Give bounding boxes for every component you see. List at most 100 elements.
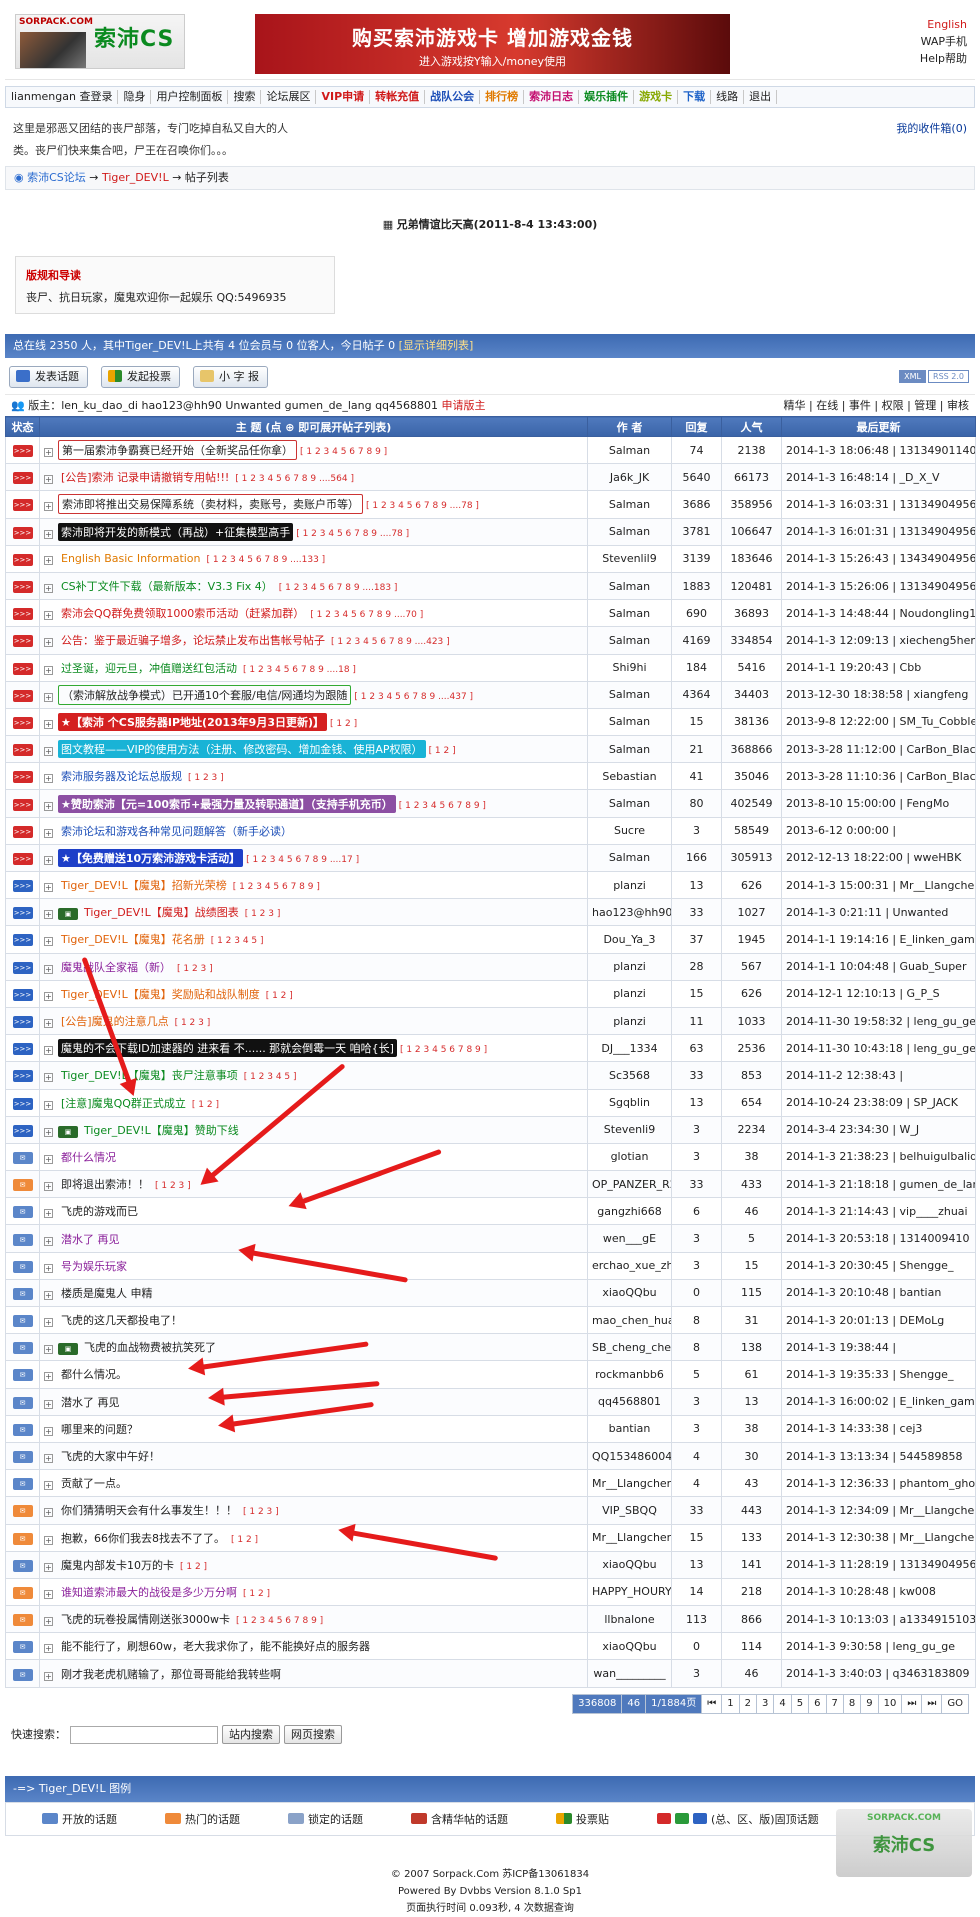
author-cell[interactable]: SB_cheng_chen: [587, 1333, 672, 1362]
author-cell[interactable]: OP_PANZER_R2: [587, 1170, 672, 1199]
expand-icon[interactable]: +: [44, 556, 53, 566]
apply-moderator-link[interactable]: 申请版主: [442, 399, 486, 412]
inbox-link[interactable]: 我的收件箱(0): [896, 118, 967, 140]
table-row[interactable]: ✉ + 潜水了 再见 qq4568801 3 13 2014-1-3 16:00:02 | …: [5, 1387, 976, 1416]
topic-title-link[interactable]: ★【免费赠送10万索沛游戏卡活动】: [58, 848, 244, 867]
last-update-cell[interactable]: 2014-1-3 14:48:44 | Noudongling1113: [781, 599, 976, 628]
expand-icon[interactable]: +: [44, 448, 53, 458]
topic-title-link[interactable]: 飞虎的这几天都投电了！: [58, 1311, 185, 1329]
topic-title-link[interactable]: Tiger_DEV!L【魔鬼】招新光荣榜: [58, 876, 230, 894]
table-row[interactable]: >>> + 索沛即将开发的新模式（再战）+征集模型高手[ 1 2 3 4 5 6 7…: [5, 517, 976, 546]
author-cell[interactable]: Salman: [587, 517, 672, 546]
wap-link[interactable]: WAP手机: [920, 33, 967, 50]
topic-title-link[interactable]: 潜水了 再见: [58, 1230, 123, 1248]
nav-control-panel[interactable]: 用户控制面板: [151, 90, 229, 104]
new-topic-button[interactable]: 发表话题: [9, 366, 88, 388]
table-row[interactable]: ✉ + 楼质是魔鬼人 申精 xiaoQQbu 0 115 2014-1-3 20:10:48…: [5, 1278, 976, 1308]
topic-pages[interactable]: [ 1 2 3 4 5 ]: [211, 936, 264, 946]
expand-icon[interactable]: +: [44, 1046, 53, 1056]
expand-icon[interactable]: +: [44, 991, 53, 1001]
topic-title-link[interactable]: Tiger_DEV!L【魔鬼】奖励贴和战队制度: [58, 985, 263, 1003]
topic-title-link[interactable]: 飞虎的游戏而已: [58, 1202, 141, 1220]
expand-icon[interactable]: +: [44, 1019, 53, 1029]
expand-icon[interactable]: +: [44, 1562, 53, 1572]
topic-title-link[interactable]: 抱歉，66你们我去8找去不了了。: [58, 1529, 228, 1547]
author-cell[interactable]: planzi: [587, 870, 672, 900]
expand-icon[interactable]: +: [44, 1617, 53, 1627]
author-cell[interactable]: wen___gE: [587, 1224, 672, 1253]
site-search-button[interactable]: 站内搜索: [222, 1724, 280, 1744]
topic-pages[interactable]: [ 1 2 3 4 5 6 7 8 9 ....70 ]: [310, 610, 423, 620]
table-row[interactable]: ✉ + 飞虎的游戏而已 gangzhi668 6 46 2014-1-3 21:14:43 …: [5, 1197, 976, 1226]
expand-icon[interactable]: +: [44, 1671, 53, 1681]
author-cell[interactable]: Salman: [587, 435, 672, 465]
last-update-cell[interactable]: 2014-1-3 20:53:18 | 1314009410: [781, 1224, 976, 1253]
table-row[interactable]: ✉ + ▣ 飞虎的血战物费被抗笑死了 SB_cheng_chen 8 138 2014-1-3…: [5, 1333, 976, 1362]
last-update-cell[interactable]: 2014-1-3 12:36:33 | phantom_ghost: [781, 1469, 976, 1498]
expand-icon[interactable]: +: [44, 828, 53, 838]
last-update-cell[interactable]: 2014-1-3 12:09:13 | xiecheng5hen413: [781, 626, 976, 655]
last-update-cell[interactable]: 2014-3-4 23:34:30 | W_J: [781, 1115, 976, 1144]
expand-icon[interactable]: +: [44, 1073, 53, 1083]
topic-title-link[interactable]: 潜水了 再见: [58, 1393, 123, 1411]
table-row[interactable]: >>> + ★【免费赠送10万索沛游戏卡活动】[ 1 2 3 4 5 6 7 8 9…: [5, 843, 976, 873]
nav-search[interactable]: 搜索: [228, 90, 262, 104]
nav-ranking[interactable]: 排行榜: [480, 90, 525, 104]
table-row[interactable]: >>> + [公告]索沛 记录申请撤销专用帖!!![ 1 2 3 4 5 6 7 8…: [5, 463, 976, 492]
topic-title-link[interactable]: English Basic Information: [58, 551, 204, 566]
author-cell[interactable]: llbnalone: [587, 1605, 672, 1634]
table-row[interactable]: >>> + 公告：鉴于最近骗子增多，论坛禁止发布出售帐号帖子[ 1 2 3 4 5 …: [5, 626, 976, 655]
author-cell[interactable]: xiaoQQbu: [587, 1550, 672, 1579]
last-update-cell[interactable]: 2014-1-3 9:30:58 | leng_gu_ge: [781, 1632, 976, 1661]
pager-page-7[interactable]: 7: [825, 1693, 844, 1714]
topic-title-link[interactable]: [公告]索沛 记录申请撤销专用帖!!!: [58, 468, 232, 486]
pager-page-1[interactable]: 1: [721, 1693, 740, 1714]
author-cell[interactable]: DJ___1334: [587, 1034, 672, 1063]
last-update-cell[interactable]: 2013-9-8 12:22:00 | SM_Tu_Cobbler: [781, 707, 976, 737]
author-cell[interactable]: Mr__Llangchen: [587, 1523, 672, 1552]
topic-title-link[interactable]: 魔鬼内部发卡10万的卡: [58, 1556, 177, 1574]
author-cell[interactable]: Salman: [587, 490, 672, 519]
last-update-cell[interactable]: 2014-1-3 16:03:31 | 13134904956: [781, 490, 976, 519]
author-cell[interactable]: wan_________: [587, 1659, 672, 1688]
author-cell[interactable]: Sucre: [587, 816, 672, 845]
author-cell[interactable]: mao_chen_hua: [587, 1305, 672, 1335]
author-cell[interactable]: planzi: [587, 979, 672, 1008]
table-row[interactable]: ✉ + 飞虎的大家中午好！ QQ1534860047 4 30 2014-1-3 13:13…: [5, 1441, 976, 1471]
topic-pages[interactable]: [ 1 2 3 4 5 6 7 8 9 ....133 ]: [207, 555, 326, 565]
last-update-cell[interactable]: 2014-1-3 10:13:03 | a1334915103: [781, 1605, 976, 1634]
table-row[interactable]: >>> + ★【索沛 个CS服务器IP地址(2013年9月3日更新)】[ 1 2 ]…: [5, 707, 976, 737]
last-update-cell[interactable]: 2014-1-3 15:26:06 | 13134904956: [781, 571, 976, 601]
table-row[interactable]: ✉ + 飞虎的玩卷投属情刚送张3000w卡[ 1 2 3 4 5 6 7 8 9 ]…: [5, 1605, 976, 1634]
topic-pages[interactable]: [ 1 2 ]: [429, 746, 456, 756]
pager-page-9[interactable]: 9: [860, 1693, 879, 1714]
author-cell[interactable]: Salman: [587, 735, 672, 764]
table-row[interactable]: >>> + （索沛解放战争模式）已开通10个套服/电信/网通均为跟随[ 1 2 3 …: [5, 680, 976, 709]
expand-icon[interactable]: +: [44, 1290, 53, 1300]
nav-recharge[interactable]: 转帐充值: [370, 90, 426, 104]
expand-icon[interactable]: +: [44, 774, 53, 784]
topic-title-link[interactable]: 公告：鉴于最近骗子增多，论坛禁止发布出售帐号帖子: [58, 631, 328, 649]
table-row[interactable]: >>> + 索沛服务器及论坛总版规[ 1 2 3 ] Sebastian 41 35046…: [5, 762, 976, 791]
author-cell[interactable]: Ja6k_JK: [587, 463, 672, 492]
small-text-button[interactable]: 小 字 报: [193, 366, 268, 388]
topic-title-link[interactable]: 索沛即将推出交易保障系统（卖材料，卖账号，卖账户币等）: [58, 494, 363, 515]
author-cell[interactable]: Salman: [587, 680, 672, 709]
table-row[interactable]: >>> + ▣ Tiger_DEV!L【魔鬼】战绩图表[ 1 2 3 ] hao123@…: [5, 898, 976, 927]
topic-title-link[interactable]: 楼质是魔鬼人 申精: [58, 1284, 156, 1302]
last-update-cell[interactable]: 2013-6-12 0:00:00 |: [781, 816, 976, 845]
nav-download[interactable]: 下载: [678, 90, 712, 104]
table-row[interactable]: >>> + 魔鬼战队全家福（新）[ 1 2 3 ] planzi 28 567 2014-1…: [5, 952, 976, 981]
topic-title-link[interactable]: 飞虎的血战物费被抗笑死了: [81, 1338, 219, 1356]
expand-icon[interactable]: +: [44, 1589, 53, 1599]
table-row[interactable]: ✉ + 贡献了一点。 Mr__Llangchen 4 43 2014-1-3 12:36:3…: [5, 1469, 976, 1498]
author-cell[interactable]: bantian: [587, 1414, 672, 1443]
last-update-cell[interactable]: 2014-1-3 3:40:03 | q3463183809: [781, 1659, 976, 1688]
table-row[interactable]: ✉ + 号为娱乐玩家 erchao_xue_zh 3 15 2014-1-3 20:30:4…: [5, 1251, 976, 1280]
author-cell[interactable]: Stevenli9: [587, 1115, 672, 1144]
topic-pages[interactable]: [ 1 2 3 4 5 6 7 8 9 ....78 ]: [296, 529, 409, 539]
topic-title-link[interactable]: 魔鬼的不会下载ID加速器的 进来看 不...... 那就会倒霉一天 咱哈{长]: [58, 1039, 397, 1058]
topic-title-link[interactable]: 过圣诞，迎元旦，冲值赠送红包活动: [58, 659, 240, 677]
topic-pages[interactable]: [ 1 2 3 ]: [175, 1018, 211, 1028]
table-row[interactable]: >>> + 索沛会QQ群免费领取1000索币活动（赶紧加群）[ 1 2 3 4 5 …: [5, 599, 976, 628]
